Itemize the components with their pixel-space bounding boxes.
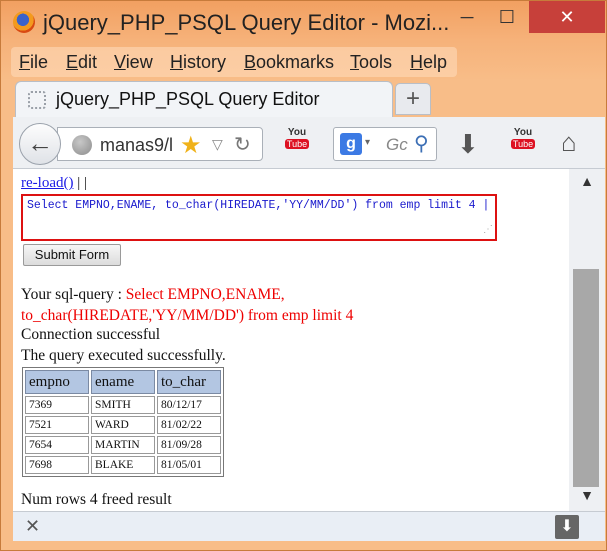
firefox-logo-icon: [13, 11, 35, 33]
tab-strip: jQuery_PHP_PSQL Query Editor +: [15, 81, 605, 117]
table-row: 7521 WARD 81/02/22: [25, 416, 221, 434]
cell-to-char: 80/12/17: [157, 396, 221, 414]
tab-query-editor[interactable]: jQuery_PHP_PSQL Query Editor: [15, 81, 393, 117]
menu-bookmarks[interactable]: Bookmarks: [244, 52, 334, 73]
cell-empno: 7369: [25, 396, 89, 414]
reload-link[interactable]: re-load(): [21, 175, 73, 191]
resize-grip-icon[interactable]: ⋰: [483, 223, 493, 238]
addon-bar: ✕ ⬇: [13, 511, 605, 541]
vertical-scrollbar[interactable]: ▲ ▼: [569, 169, 605, 511]
window-title: jQuery_PHP_PSQL Query Editor - Mozi...: [43, 10, 450, 35]
sql-query-prefix: Your sql-query :: [21, 286, 126, 303]
youtube-label-bottom: Tube: [511, 139, 535, 149]
downloads-icon[interactable]: ⬇: [457, 129, 479, 160]
menu-edit[interactable]: Edit: [66, 52, 97, 73]
search-bar[interactable]: g ▾ Gc ⚲: [333, 127, 437, 161]
cell-ename: SMITH: [91, 396, 155, 414]
maximize-button[interactable]: ☐: [489, 1, 525, 33]
menu-file[interactable]: File: [19, 52, 48, 73]
cell-empno: 7654: [25, 436, 89, 454]
query-textarea[interactable]: Select EMPNO,ENAME, to_char(HIREDATE,'YY…: [21, 194, 497, 241]
home-icon[interactable]: ⌂: [561, 127, 577, 158]
cell-empno: 7521: [25, 416, 89, 434]
cell-ename: WARD: [91, 416, 155, 434]
reload-row: re-load() | |: [21, 175, 87, 192]
history-dropdown-icon[interactable]: ▽: [212, 136, 223, 153]
title-bar: jQuery_PHP_PSQL Query Editor - Mozi... ─…: [1, 1, 607, 45]
engine-dropdown-icon[interactable]: ▾: [365, 137, 370, 148]
search-icon[interactable]: ⚲: [414, 131, 429, 156]
execution-message: The query executed successfully.: [21, 347, 226, 364]
site-identity-icon[interactable]: [72, 135, 92, 155]
back-button[interactable]: ←: [19, 123, 61, 165]
column-header-empno: empno: [25, 370, 89, 394]
youtube-label-top: You: [513, 127, 533, 138]
page-favicon-icon: [28, 91, 46, 109]
table-row: 7698 BLAKE 81/05/01: [25, 456, 221, 474]
cell-to-char: 81/02/22: [157, 416, 221, 434]
menu-history[interactable]: History: [170, 52, 226, 73]
scroll-thumb[interactable]: [573, 269, 599, 487]
new-tab-button[interactable]: +: [395, 83, 431, 115]
menu-help[interactable]: Help: [410, 52, 447, 73]
youtube-button-icon[interactable]: You Tube: [511, 127, 535, 159]
url-text[interactable]: manas9/l: [100, 135, 178, 156]
scroll-down-arrow-icon[interactable]: ▼: [569, 487, 605, 507]
column-header-to-char: to_char: [157, 370, 221, 394]
search-input[interactable]: Gc: [386, 135, 408, 155]
cell-to-char: 81/09/28: [157, 436, 221, 454]
close-window-button[interactable]: ✕: [529, 1, 605, 33]
minimize-button[interactable]: ─: [449, 1, 485, 33]
table-header-row: empno ename to_char: [25, 370, 221, 394]
youtube-label-bottom: Tube: [285, 139, 309, 149]
youtube-addon-icon[interactable]: You Tube: [285, 127, 309, 159]
tab-title: jQuery_PHP_PSQL Query Editor: [56, 89, 320, 109]
browser-window: jQuery_PHP_PSQL Query Editor - Mozi... ─…: [0, 0, 607, 551]
result-table: empno ename to_char 7369 SMITH 80/12/17 …: [22, 367, 224, 477]
scroll-up-arrow-icon[interactable]: ▲: [569, 173, 605, 193]
url-bar[interactable]: manas9/l ★ ▽ ↻: [57, 127, 263, 161]
table-row: 7369 SMITH 80/12/17: [25, 396, 221, 414]
bookmark-star-icon[interactable]: ★: [180, 131, 202, 160]
youtube-label-top: You: [287, 127, 307, 138]
cell-ename: MARTIN: [91, 436, 155, 454]
cell-empno: 7698: [25, 456, 89, 474]
column-header-ename: ename: [91, 370, 155, 394]
navigation-toolbar: manas9/l ★ ▽ ↻ ← You Tube g ▾ Gc ⚲ ⬇ You…: [13, 117, 605, 169]
submit-form-button[interactable]: Submit Form: [23, 244, 121, 266]
menu-view[interactable]: View: [114, 52, 153, 73]
cell-ename: BLAKE: [91, 456, 155, 474]
menu-tools[interactable]: Tools: [350, 52, 392, 73]
table-row: 7654 MARTIN 81/09/28: [25, 436, 221, 454]
close-bar-icon[interactable]: ✕: [25, 516, 40, 537]
sql-query-line: Your sql-query : Select EMPNO,ENAME, to_…: [21, 284, 421, 326]
reload-icon[interactable]: ↻: [234, 132, 251, 157]
query-text[interactable]: Select EMPNO,ENAME, to_char(HIREDATE,'YY…: [27, 199, 489, 212]
download-status-icon[interactable]: ⬇: [555, 515, 579, 539]
cell-to-char: 81/05/01: [157, 456, 221, 474]
connection-message: Connection successful: [21, 326, 161, 343]
page-content: re-load() | | Select EMPNO,ENAME, to_cha…: [13, 169, 569, 511]
reload-separator: | |: [73, 175, 87, 191]
num-rows-message: Num rows 4 freed result: [21, 491, 172, 508]
google-engine-icon[interactable]: g: [340, 133, 362, 155]
menu-bar: File Edit View History Bookmarks Tools H…: [11, 47, 457, 77]
